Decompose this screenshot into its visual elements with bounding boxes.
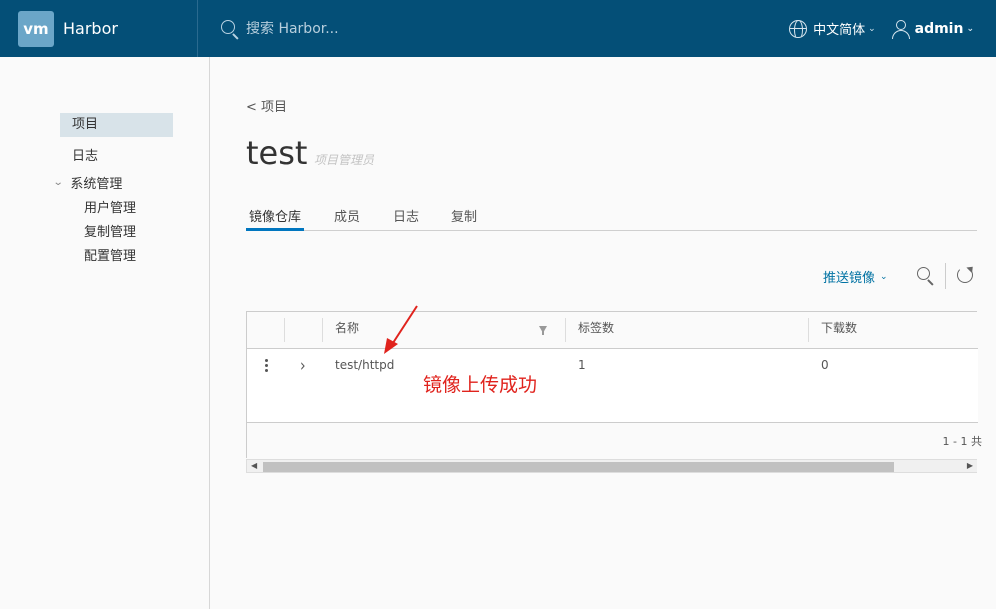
sidebar-item-replication-management[interactable]: 复制管理 bbox=[84, 221, 136, 240]
username: admin bbox=[914, 20, 964, 37]
user-icon bbox=[891, 19, 910, 39]
chevron-down-icon: ⌄ bbox=[966, 23, 974, 34]
scroll-left-icon[interactable]: ◀ bbox=[251, 461, 257, 470]
column-header-tags[interactable]: 标签数 bbox=[578, 312, 614, 348]
filter-icon[interactable] bbox=[539, 326, 547, 335]
horizontal-scrollbar[interactable]: ◀ ▶ bbox=[246, 459, 977, 473]
tab-members[interactable]: 成员 bbox=[334, 206, 360, 231]
refresh-icon[interactable] bbox=[957, 267, 973, 283]
chevron-down-icon: ⌄ bbox=[880, 271, 888, 282]
repository-name[interactable]: test/httpd bbox=[335, 358, 394, 372]
language-label: 中文简体 bbox=[813, 23, 866, 38]
column-header-pulls[interactable]: 下载数 bbox=[821, 312, 857, 348]
sidebar-item-logs[interactable]: 日志 bbox=[72, 145, 98, 164]
user-menu[interactable]: admin ⌄ bbox=[891, 19, 974, 39]
pagination-text: 1 - 1 共 bbox=[942, 435, 982, 448]
annotation-text: 镜像上传成功 bbox=[423, 374, 538, 396]
globe-icon bbox=[789, 19, 808, 38]
table-footer: 1 - 1 共 bbox=[247, 423, 982, 458]
language-selector[interactable]: 中文简体 ⌄ bbox=[789, 19, 876, 38]
pull-count: 0 bbox=[821, 358, 829, 372]
chevron-down-icon: ⌄ bbox=[52, 177, 64, 188]
search-icon bbox=[220, 19, 240, 39]
more-actions-icon[interactable] bbox=[265, 359, 269, 374]
project-tabs: 镜像仓库 成员 日志 复制 bbox=[246, 203, 977, 231]
sidebar-item-label: 系统管理 bbox=[70, 177, 123, 192]
app-name: Harbor bbox=[63, 19, 118, 38]
chevron-right-icon[interactable]: › bbox=[300, 356, 306, 375]
push-image-button[interactable]: 推送镜像 ⌄ bbox=[823, 267, 888, 286]
main-content: < 项目 test 项目管理员 镜像仓库 成员 日志 复制 推送镜像 ⌄ 名称 … bbox=[211, 57, 996, 609]
top-header: vm Harbor 中文简体 ⌄ admin ⌄ bbox=[0, 0, 996, 57]
project-role: 项目管理员 bbox=[314, 153, 375, 167]
sidebar: 项目 日志 ⌄ 系统管理 用户管理 复制管理 配置管理 bbox=[0, 57, 210, 609]
toolbar-divider bbox=[945, 263, 946, 289]
table-header: 名称 标签数 下载数 bbox=[247, 312, 978, 349]
annotation-arrow-icon bbox=[384, 305, 418, 354]
scrollbar-thumb[interactable] bbox=[263, 462, 894, 472]
search-input[interactable] bbox=[246, 20, 446, 37]
page-title: test bbox=[246, 134, 308, 172]
table-row[interactable]: › test/httpd 1 0 bbox=[247, 349, 978, 423]
back-to-projects-link[interactable]: < 项目 bbox=[246, 96, 287, 115]
global-search[interactable] bbox=[220, 0, 446, 57]
tab-replication[interactable]: 复制 bbox=[451, 206, 477, 231]
column-header-name[interactable]: 名称 bbox=[335, 312, 359, 348]
repository-table: 名称 标签数 下载数 › test/httpd 1 0 1 - 1 共 bbox=[246, 311, 982, 458]
tab-repositories[interactable]: 镜像仓库 bbox=[246, 206, 305, 231]
sidebar-item-user-management[interactable]: 用户管理 bbox=[84, 197, 136, 216]
brand[interactable]: vm Harbor bbox=[0, 0, 198, 57]
push-image-label: 推送镜像 bbox=[823, 271, 876, 286]
sidebar-item-configuration[interactable]: 配置管理 bbox=[84, 245, 136, 264]
scroll-right-icon[interactable]: ▶ bbox=[967, 461, 973, 470]
tag-count: 1 bbox=[578, 358, 586, 372]
sidebar-item-projects[interactable]: 项目 bbox=[60, 113, 173, 137]
vmware-logo: vm bbox=[18, 10, 54, 47]
tab-logs[interactable]: 日志 bbox=[393, 206, 419, 231]
search-icon[interactable] bbox=[916, 266, 936, 286]
sidebar-item-administration[interactable]: ⌄ 系统管理 bbox=[52, 173, 123, 192]
chevron-down-icon: ⌄ bbox=[868, 23, 876, 34]
